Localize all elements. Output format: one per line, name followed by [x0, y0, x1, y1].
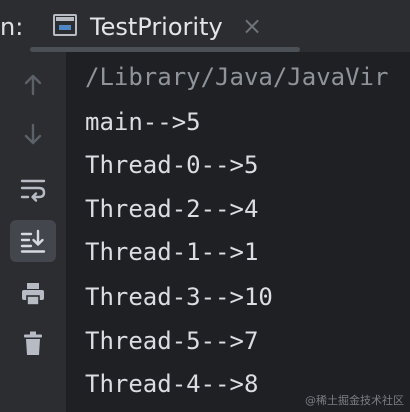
console-line: main-->5	[85, 108, 201, 136]
close-icon[interactable]: ×	[240, 14, 264, 38]
run-window: n: TestPriority × /Library/Java/JavaVir …	[0, 0, 410, 412]
run-tab-bar: n: TestPriority ×	[0, 0, 410, 52]
console-line: Thread-3-->10	[85, 283, 273, 311]
scroll-to-end-icon	[20, 229, 46, 253]
console-line: Thread-5-->7	[85, 327, 259, 355]
print-icon	[22, 283, 44, 306]
tab-prefix-text: n:	[0, 13, 24, 41]
clear-all-button[interactable]	[10, 322, 56, 364]
soft-wrap-button[interactable]	[10, 168, 56, 210]
up-arrow-icon	[24, 74, 42, 96]
console-line: Thread-2-->4	[85, 195, 259, 223]
tab-testpriority[interactable]: TestPriority ×	[26, 0, 300, 52]
watermark-text: @稀土掘金技术社区	[305, 394, 404, 407]
tab-title: TestPriority	[90, 13, 223, 41]
console-toolbar	[0, 52, 66, 412]
scroll-to-end-button[interactable]	[10, 220, 56, 262]
console-command-line: /Library/Java/JavaVir	[85, 63, 389, 91]
console-line: Thread-4-->8	[85, 370, 259, 398]
console-line: Thread-0-->5	[85, 151, 259, 179]
soft-wrap-icon	[20, 179, 46, 202]
down-arrow-icon	[24, 123, 42, 145]
console-line: Thread-1-->1	[85, 238, 259, 266]
down-arrow-button[interactable]	[10, 113, 56, 155]
console-output[interactable]: /Library/Java/JavaVir main-->5 Thread-0-…	[67, 52, 410, 412]
print-button[interactable]	[10, 273, 56, 315]
console-window-icon	[53, 14, 77, 36]
trash-icon	[24, 331, 42, 355]
up-arrow-button[interactable]	[10, 64, 56, 106]
